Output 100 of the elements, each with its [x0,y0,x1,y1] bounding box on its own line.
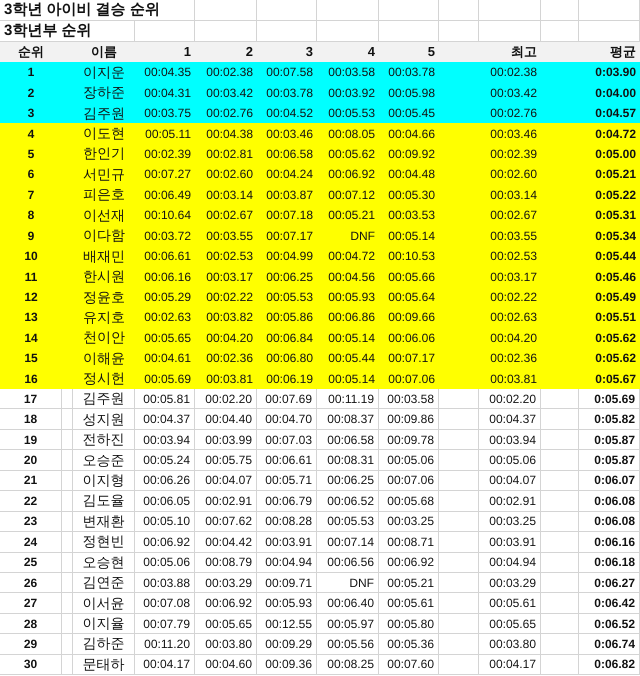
table-cell-text: 00:06.05 [143,492,190,510]
table-cell-text: 00:04.94 [489,554,536,572]
table-cell-text: 00:03.81 [490,370,537,388]
empty-cell [257,0,317,21]
empty-cell [541,0,579,21]
table-cell-text: 00:04.42 [205,534,252,551]
table-cell-text: 이해윤 [83,348,125,368]
table-cell-text: 00:05.53 [328,105,375,122]
table-cell-text: 00:03.29 [205,574,252,592]
table-cell-text: 0:06.07 [594,472,635,490]
table-cell-text: 00:05.69 [144,370,191,388]
table-cell-text: 00:06.92 [143,534,190,551]
table-cell-text: 00:05.53 [327,513,374,530]
table-cell-text: 00:06.79 [265,492,312,510]
table-cell-text: 00:05.45 [388,105,435,122]
table-cell-text: 00:04.17 [489,656,536,674]
table-cell-text: 00:06.19 [266,370,313,388]
table-cell-text: 00:10.64 [144,207,191,224]
table-cell-text: 00:05.53 [266,289,313,306]
table-cell-text: 0:04.57 [595,105,636,122]
table-cell-text: 27 [24,595,38,612]
table-cell-text: 김도율 [82,491,124,510]
table-cell-text: 서민규 [83,164,125,184]
table-cell-text: 30 [24,656,38,674]
table-cell-text: 00:05.71 [265,472,312,490]
table-cell-text: 문태하 [82,654,124,674]
table-cell-text: 00:03.17 [490,268,537,286]
table-cell-text: 0:05.67 [595,370,636,388]
table-cell-text: 00:05.98 [388,84,435,102]
column-header: 이름 [91,43,117,62]
table-cell-text: 0:05.22 [595,186,636,204]
table-cell-text: 피은호 [83,185,125,204]
table-cell-text: 00:02.39 [144,146,191,163]
table-cell-text: 0:06.82 [594,656,635,674]
table-cell-text: 00:04.40 [205,411,252,428]
table-cell-text: 00:03.58 [387,390,434,408]
table-cell-text: 이지운 [83,62,125,82]
table-cell-text: 00:04.37 [489,411,536,428]
table-cell-text: 00:03.53 [388,207,435,224]
table-cell-text: 00:05.62 [328,146,375,163]
table-cell-text: 00:04.38 [206,126,253,143]
table-cell-text: 0:05.00 [595,146,636,163]
table-cell-text: 00:02.53 [206,248,253,266]
table-cell-text: 00:03.46 [490,126,537,143]
table-cell-text: 00:05.10 [143,513,190,530]
table-cell-text: 00:07.17 [266,228,313,245]
table-cell-text: 00:05.61 [489,595,536,612]
table-cell-text: 00:05.11 [145,126,191,143]
empty-cell [317,0,379,21]
empty-cell [479,0,541,21]
table-cell-text: 이지형 [82,470,124,490]
table-cell-text: 이도현 [83,124,125,144]
table-cell-text: 00:06.84 [266,330,313,347]
table-cell-text: 00:10.53 [388,248,435,266]
table-cell-text: 28 [24,616,38,633]
table-cell-text: 00:04.35 [144,64,191,82]
table-cell-text: 천이안 [83,328,125,348]
table-cell-text: 00:08.71 [387,534,434,551]
column-header: 2 [246,43,253,62]
table-cell-text: 00:06.92 [328,166,375,184]
table-cell-text: 00:06.56 [327,554,374,572]
table-cell-text: 00:05.21 [328,207,375,224]
table-cell-text: 21 [24,472,38,490]
column-header: 순위 [18,43,44,62]
table-cell-text: 0:05.62 [595,350,636,368]
table-cell-text: 이선재 [83,206,125,225]
table-cell-text: 전하진 [82,430,124,450]
table-cell-text: 00:02.38 [206,64,253,82]
table-cell-text: 00:06.92 [387,554,434,572]
table-cell-text: 00:07.62 [205,513,252,530]
table-cell-text: 00:07.17 [388,350,435,368]
table-cell-text: 0:06.27 [594,574,635,592]
table-cell-text: 00:05.93 [265,595,312,612]
table-cell-text: 00:05.61 [387,595,434,612]
table-cell-text: 18 [24,411,38,428]
empty-cell [439,0,479,21]
table-cell-text: 00:02.36 [490,350,537,368]
table-cell-text: 00:09.36 [265,656,312,674]
table-cell-text: 00:04.52 [266,105,313,122]
table-cell-text: 00:04.56 [328,268,375,286]
table-cell-text: 00:07.14 [327,534,374,551]
table-cell-text: 00:06.58 [327,432,374,449]
table-cell-text: 5 [28,146,34,163]
table-cell-text: 00:04.07 [205,472,252,490]
table-cell-text: 0:05.82 [594,411,635,428]
table-cell-text: 00:04.72 [328,248,375,266]
table-cell-text: 13 [24,309,38,326]
column-header: 3 [306,43,313,62]
table-cell-text: 00:05.75 [205,452,252,470]
table-cell-text: 00:07.18 [266,207,313,224]
table-cell-text: 00:03.14 [490,186,537,204]
table-cell-text: 16 [24,370,38,388]
table-cell-text: 00:02.60 [490,166,537,184]
table-cell-text: 00:04.70 [265,411,312,428]
table-cell-text: 15 [24,350,38,368]
table-cell-text: 00:03.46 [266,126,313,143]
table-cell-text: 0:05.69 [594,390,635,408]
table-cell-text: DNF [350,228,375,245]
table-cell-text: 00:05.65 [489,616,536,633]
table-cell-text: 20 [24,452,38,470]
